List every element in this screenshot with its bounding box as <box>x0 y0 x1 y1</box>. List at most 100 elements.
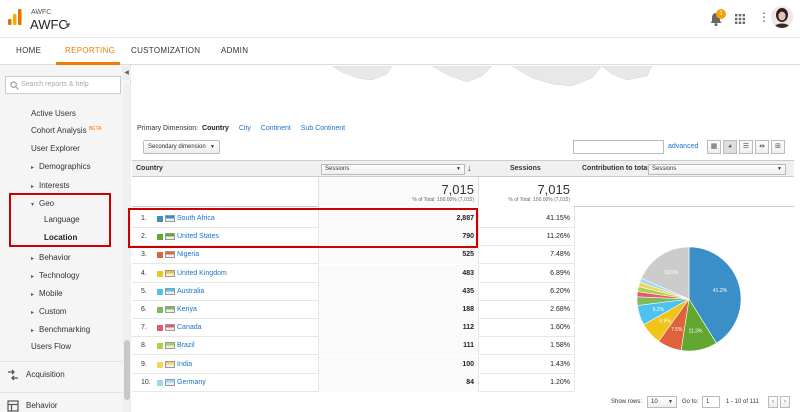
search-placeholder: Search reports & help <box>21 81 89 88</box>
row-number: 3. <box>141 251 147 259</box>
table-search-input[interactable] <box>573 140 664 154</box>
tab-customization[interactable]: CUSTOMIZATION <box>131 46 200 55</box>
analytics-logo-icon[interactable] <box>8 9 22 25</box>
notification-badge: 1 <box>716 9 726 19</box>
sidebar-item-benchmarking[interactable]: ▸ Benchmarking <box>31 325 90 334</box>
sidebar-item-label: Active Users <box>31 109 76 118</box>
sidebar-item-users-flow[interactable]: Users Flow <box>31 342 71 351</box>
sidebar-scroll-thumb[interactable] <box>124 340 130 400</box>
sessions-value: 112 <box>462 324 474 332</box>
sidebar-item-custom[interactable]: ▸ Custom <box>31 307 67 316</box>
sidebar-item-cohort-analysis[interactable]: Cohort Analysis BETA <box>31 126 102 135</box>
percent-value: 2.68% <box>550 306 570 313</box>
show-rows-value: 10 <box>651 399 658 405</box>
prev-page-icon[interactable]: ‹ <box>768 396 778 408</box>
dimension-link-continent[interactable]: Continent <box>261 125 291 132</box>
top-rows-highlight-box <box>128 208 478 248</box>
acquisition-icon <box>8 369 18 381</box>
percent-value: 1.60% <box>550 324 570 332</box>
sessions-value: 188 <box>462 306 474 313</box>
sidebar-section-acquisition[interactable]: Acquisition <box>0 361 131 387</box>
main-nav: HOME REPORTING CUSTOMIZATION ADMIN <box>0 38 800 65</box>
total-sessions-sub: % of Total: 100.00% (7,015) <box>412 197 474 203</box>
sessions-value: 435 <box>462 287 474 295</box>
sidebar-search-input[interactable]: Search reports & help <box>5 76 121 94</box>
country-flag-icon <box>165 342 175 350</box>
sidebar-item-mobile[interactable]: ▸ Mobile <box>31 289 63 298</box>
pie-slice-label: 6.9% <box>659 319 671 325</box>
tab-admin[interactable]: ADMIN <box>221 46 248 55</box>
user-photo-icon <box>771 6 793 28</box>
sidebar-item-label: Technology <box>39 271 80 280</box>
account-selector[interactable]: AWFC <box>30 17 68 32</box>
percent-value: 41.15% <box>546 215 570 222</box>
view-pie-icon[interactable]: ◕ <box>723 140 737 154</box>
country-link[interactable]: India <box>177 361 192 368</box>
percent-cell: 1.58% <box>478 337 574 356</box>
tab-reporting[interactable]: REPORTING <box>65 46 115 55</box>
view-table-icon[interactable]: ▦ <box>707 140 721 154</box>
sidebar-item-label: Mobile <box>39 289 63 298</box>
country-link[interactable]: Canada <box>177 324 202 331</box>
tab-home[interactable]: HOME <box>16 46 41 55</box>
sidebar-item-behavior[interactable]: ▸ Behavior <box>31 253 71 262</box>
country-link[interactable]: Germany <box>177 379 206 386</box>
sidebar-section-behavior[interactable]: Behavior <box>0 392 131 412</box>
sidebar-item-demographics[interactable]: ▸ Demographics <box>31 162 91 171</box>
view-comparison-icon[interactable]: ⇹ <box>755 140 769 154</box>
table-row: 3. Nigeria 525 7.48% <box>132 246 574 265</box>
total-sessions-2-cell: 7,015 % of Total: 100.00% (7,015) <box>478 177 574 207</box>
row-number: 4. <box>141 269 147 277</box>
contribution-label: Contribution to total: <box>582 165 652 172</box>
sidebar-item-interests[interactable]: ▸ Interests <box>31 181 70 190</box>
show-rows-select[interactable]: 10 ▼ <box>647 396 677 408</box>
primary-dimension-bar: Primary Dimension: Country City Continen… <box>137 125 345 132</box>
dimension-link-sub-continent[interactable]: Sub Continent <box>301 125 345 132</box>
column-header-country[interactable]: Country <box>136 165 163 172</box>
percent-cell: 11.26% <box>478 228 574 247</box>
collapse-sidebar-icon[interactable]: ◀ <box>122 66 131 80</box>
country-link[interactable]: Kenya <box>177 306 197 313</box>
view-pivot-icon[interactable]: ⊞ <box>771 140 785 154</box>
sidebar-item-user-explorer[interactable]: User Explorer <box>31 144 80 153</box>
column-header-sessions[interactable]: Sessions <box>510 165 541 172</box>
sidebar-item-active-users[interactable]: Active Users <box>31 109 76 118</box>
more-vert-icon[interactable]: ⋮ <box>758 11 770 23</box>
sidebar-item-technology[interactable]: ▸ Technology <box>31 271 79 280</box>
sidebar-item-label: Users Flow <box>31 342 72 351</box>
primary-dimension-label: Primary Dimension: <box>137 125 199 132</box>
country-flag-icon <box>165 287 175 295</box>
sessions-cell: 188 <box>318 301 478 319</box>
table-row: 4. United Kingdom 483 6.89% <box>132 264 574 283</box>
apps-grid-icon[interactable] <box>735 14 745 24</box>
caret-down-icon[interactable]: ▼ <box>64 21 72 30</box>
advanced-link[interactable]: advanced <box>668 143 698 150</box>
view-performance-icon[interactable]: ☰ <box>739 140 753 154</box>
dimension-link-city[interactable]: City <box>239 125 251 132</box>
total-sessions-2-sub: % of Total: 100.00% (7,015) <box>508 197 570 203</box>
country-link[interactable]: Australia <box>177 288 204 295</box>
country-link[interactable]: Nigeria <box>177 251 199 258</box>
table-row: 5. Australia 435 6.20% <box>132 282 574 301</box>
avatar[interactable] <box>771 6 793 28</box>
sort-arrow-icon[interactable]: ↓ <box>467 163 472 173</box>
top-bar: AWFC AWFC ▼ 1 ⋮ <box>0 0 800 38</box>
percent-cell: 1.43% <box>478 355 574 374</box>
next-page-icon[interactable]: › <box>780 396 790 408</box>
pagination-range: 1 - 10 of 111 <box>726 399 759 405</box>
sidebar-section-label: Behavior <box>26 401 58 410</box>
dropdown-arrow-icon: ▼ <box>210 144 215 150</box>
secondary-dimension-select[interactable]: Secondary dimension ▼ <box>143 140 220 154</box>
percent-cell: 1.60% <box>478 319 574 338</box>
pie-slice-label: 11.3% <box>689 329 703 335</box>
goto-input[interactable]: 1 <box>702 396 720 408</box>
goto-value: 1 <box>706 399 710 405</box>
sessions-metric-select[interactable]: Sessions ▼ <box>321 164 465 175</box>
percent-value: 1.43% <box>550 360 570 368</box>
percent-value: 11.26% <box>546 233 570 241</box>
country-link[interactable]: Brazil <box>177 342 195 349</box>
country-link[interactable]: United Kingdom <box>177 270 227 277</box>
pie-chart-cell: 41.2% 11.3% 7.5% 6.9% 6.2% 18.5% <box>574 207 794 390</box>
total-sessions-2-value: 7,015 <box>537 182 570 197</box>
contribution-metric-select[interactable]: Sessions ▼ <box>648 164 786 175</box>
